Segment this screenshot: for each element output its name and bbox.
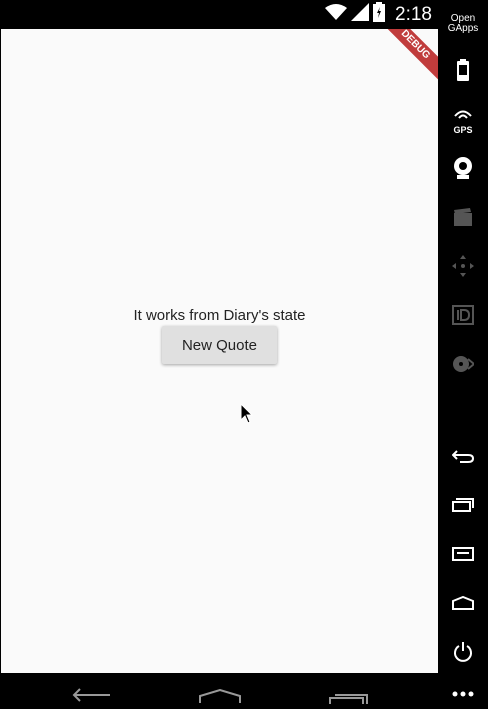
- open-gapps-logo[interactable]: Open GApps: [438, 4, 488, 44]
- id-icon: [452, 304, 474, 330]
- back-icon[interactable]: [72, 687, 112, 708]
- emulator-side-panel: Open GApps GPS: [438, 0, 488, 703]
- move-icon: [452, 254, 474, 282]
- message-text: It works from Diary's state: [133, 307, 306, 324]
- gps-button[interactable]: GPS: [438, 101, 488, 141]
- signal-icon: [351, 3, 370, 26]
- disk-icon: [452, 355, 476, 378]
- wifi-icon: [325, 3, 348, 26]
- move-button[interactable]: [438, 248, 488, 288]
- webcam-icon: [453, 156, 473, 184]
- battery-icon: [373, 2, 386, 27]
- side-home-button[interactable]: [438, 585, 488, 625]
- gps-icon: [454, 107, 472, 125]
- disk-button[interactable]: [438, 346, 488, 386]
- recent-apps-icon[interactable]: [329, 691, 369, 709]
- status-bar: 2:18: [0, 0, 438, 29]
- debug-banner: DEBUG: [377, 29, 438, 83]
- media-icon: [454, 207, 472, 231]
- overflow-icon: [452, 684, 474, 702]
- id-button[interactable]: [438, 297, 488, 337]
- home-icon: [452, 595, 474, 615]
- power-button[interactable]: [438, 634, 488, 674]
- battery-button[interactable]: [438, 52, 488, 92]
- battery-icon: [457, 58, 469, 86]
- navigation-bar: [0, 673, 438, 704]
- side-menu-button[interactable]: [438, 536, 488, 576]
- power-icon: [453, 641, 473, 667]
- new-quote-button[interactable]: New Quote: [162, 326, 277, 364]
- overflow-button[interactable]: [438, 683, 488, 703]
- mouse-cursor-icon: [240, 402, 254, 429]
- side-recent-apps-button[interactable]: [438, 487, 488, 527]
- status-icons: 2:18: [325, 0, 438, 29]
- menu-icon: [452, 546, 474, 566]
- recent-apps-icon: [452, 497, 474, 517]
- media-button[interactable]: [438, 199, 488, 239]
- gps-label: GPS: [453, 125, 473, 135]
- webcam-button[interactable]: [438, 150, 488, 190]
- side-back-button[interactable]: [438, 438, 488, 478]
- app-screen: DEBUG It works from Diary's state New Qu…: [1, 29, 438, 673]
- back-icon: [451, 449, 475, 468]
- home-icon[interactable]: [199, 688, 241, 708]
- status-time: 2:18: [395, 3, 432, 25]
- gapps-label: Open GApps: [447, 13, 479, 34]
